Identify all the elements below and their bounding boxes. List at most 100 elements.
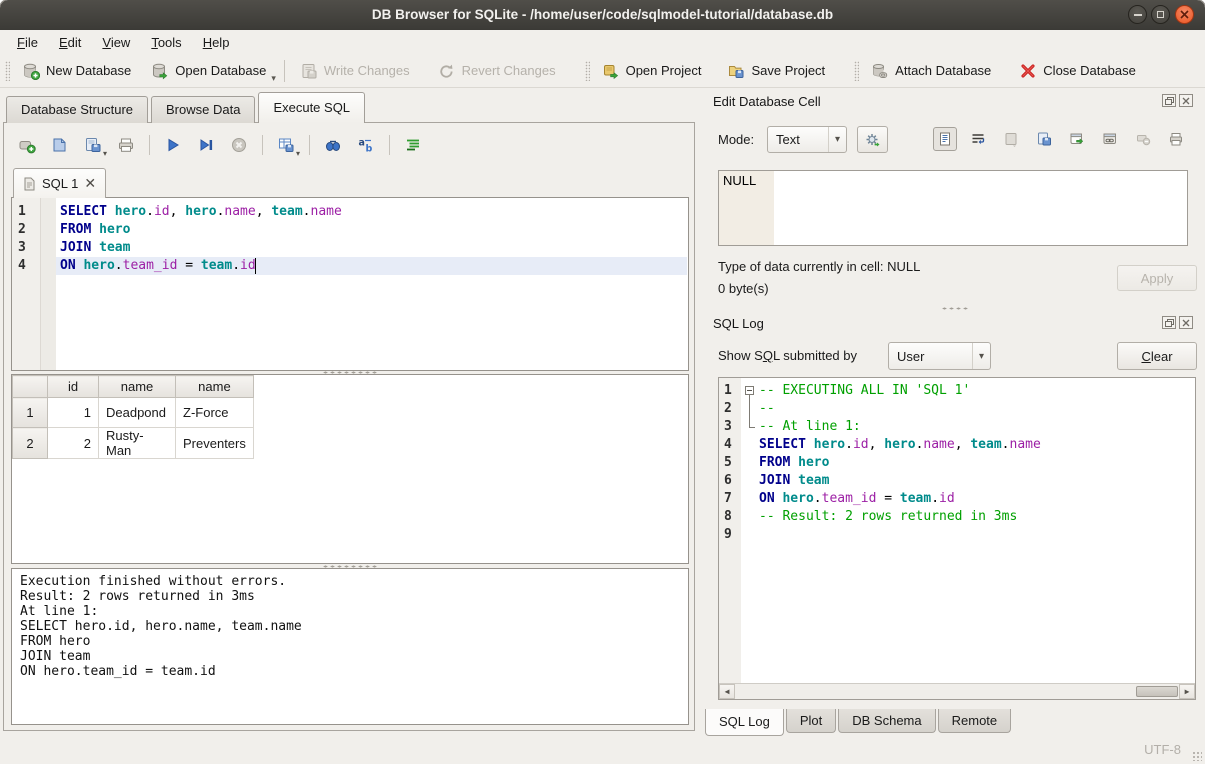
cell-team-name[interactable]: Z-Force [176,398,254,428]
execute-line-button[interactable] [195,134,217,156]
text-mode-button[interactable] [933,127,957,151]
execution-message-area[interactable]: Execution finished without errors. Resul… [11,568,689,725]
dock-splitter-handle[interactable] [941,307,969,310]
tab-sql-log[interactable]: SQL Log [705,709,784,736]
column-header-name2[interactable]: name [176,376,254,398]
resize-grip[interactable] [1192,751,1202,761]
new-database-button[interactable]: New Database [15,57,138,84]
sql-log-view[interactable]: 1 2 3 4 5 6 7 8 9 -- EXECUTING ALL IN 'S… [718,377,1196,700]
row-header[interactable]: 2 [13,428,48,459]
cell-editor-toolbar [933,127,1188,151]
execute-all-button[interactable] [162,134,184,156]
grid-corner[interactable] [13,376,48,398]
cell-hero-name[interactable]: Rusty-Man [99,428,176,459]
encoding-indicator[interactable]: UTF-8 [1144,742,1181,757]
code-line: JOIN team [60,239,686,257]
scroll-right-arrow[interactable]: ▶ [1179,684,1195,699]
close-database-button[interactable]: Close Database [1012,57,1143,84]
fold-marker-icon[interactable] [745,386,754,395]
dock-close-button[interactable] [1179,316,1193,329]
revert-changes-icon [438,62,456,80]
open-in-external-button[interactable] [1065,127,1089,151]
open-database-button[interactable]: Open Database [144,57,273,84]
copy-link-button[interactable] [1098,127,1122,151]
set-null-button[interactable] [1131,127,1155,151]
dock-float-button[interactable] [1162,316,1176,329]
new-sql-tab-button[interactable] [16,134,38,156]
print-sql-button[interactable] [115,134,137,156]
format-sql-button[interactable] [402,134,424,156]
save-project-button[interactable]: Save Project [720,57,832,84]
word-wrap-button[interactable] [966,127,990,151]
maximize-button[interactable] [1151,5,1170,24]
menu-view[interactable]: View [92,32,140,53]
menu-help[interactable]: Help [193,32,240,53]
find-button[interactable] [322,134,344,156]
sql-file-icon [23,177,36,191]
revert-changes-button[interactable]: Revert Changes [431,57,563,84]
toolbar-grip[interactable] [854,61,859,81]
titlebar[interactable]: DB Browser for SQLite - /home/user/code/… [0,0,1205,30]
close-button[interactable] [1175,5,1194,24]
toolbar-grip[interactable] [585,61,590,81]
open-database-dropdown-arrow[interactable]: ▾ [271,73,276,87]
minimize-button[interactable] [1128,5,1147,24]
sql-code-editor[interactable]: 1 2 3 4 SELECT hero.id, hero.name, team.… [11,197,689,371]
horizontal-scrollbar[interactable]: ◀ ▶ [719,683,1195,699]
svg-text:b: b [366,144,373,155]
save-results-dropdown-arrow[interactable]: ▾ [296,149,300,158]
scrollbar-thumb[interactable] [1136,686,1178,697]
sql-tab-close-icon[interactable]: ✕ [84,175,96,192]
link-icon [1102,131,1118,147]
cell-type-info: Type of data currently in cell: NULL [718,259,920,274]
tab-plot[interactable]: Plot [786,709,836,733]
mode-label: Mode: [718,126,754,153]
save-sql-file-button[interactable]: ▾ [82,134,104,156]
dock-float-button[interactable] [1162,94,1176,107]
column-header-name[interactable]: name [99,376,176,398]
print-cell-button[interactable] [1164,127,1188,151]
cell-mode-value: Text [776,132,822,147]
export-cell-data-button[interactable] [1032,127,1056,151]
save-results-button[interactable]: ▾ [275,134,297,156]
write-changes-label: Write Changes [324,63,410,78]
menu-file[interactable]: File [7,32,48,53]
tab-browse-data[interactable]: Browse Data [151,96,255,123]
tab-remote[interactable]: Remote [938,709,1012,733]
menu-tools[interactable]: Tools [141,32,191,53]
sql-document-tab[interactable]: SQL 1 ✕ [13,168,106,198]
write-changes-button[interactable]: Write Changes [293,57,417,84]
open-sql-file-button[interactable] [49,134,71,156]
cell-id[interactable]: 1 [48,398,99,428]
cell-value-editor[interactable]: NULL [718,170,1188,246]
scroll-left-arrow[interactable]: ◀ [719,684,735,699]
row-header[interactable]: 1 [13,398,48,428]
cell-hero-name[interactable]: Deadpond [99,398,176,428]
open-project-button[interactable]: Open Project [595,57,709,84]
toolbar-grip[interactable] [5,61,10,81]
results-grid[interactable]: id name name 1 1 Deadpond Z-Force 2 2 Ru… [11,374,689,564]
sql-log-filter-select[interactable]: User ▾ [888,342,991,370]
minimize-icon [1134,14,1142,16]
log-code-lines: -- EXECUTING ALL IN 'SQL 1' -- -- At lin… [759,382,1193,544]
tab-db-schema[interactable]: DB Schema [838,709,935,733]
cell-mode-select[interactable]: Text ▾ [767,126,847,153]
dock-close-button[interactable] [1179,94,1193,107]
tab-execute-sql[interactable]: Execute SQL [258,92,365,123]
cell-team-name[interactable]: Preventers [176,428,254,459]
menu-edit[interactable]: Edit [49,32,91,53]
attach-database-icon [871,62,889,80]
tab-database-structure[interactable]: Database Structure [6,96,148,123]
column-header-id[interactable]: id [48,376,99,398]
auto-switch-mode-button[interactable] [857,126,888,153]
auto-complete-button[interactable]: a b [355,134,377,156]
attach-database-button[interactable]: Attach Database [864,57,998,84]
stop-execution-button[interactable] [228,134,250,156]
new-database-icon [22,62,40,80]
cell-id[interactable]: 2 [48,428,99,459]
clear-log-button[interactable]: Clear [1117,342,1197,370]
save-sql-dropdown-arrow[interactable]: ▾ [103,149,107,158]
apply-button[interactable]: Apply [1117,265,1197,291]
import-cell-data-button[interactable] [999,127,1023,151]
format-sql-icon [404,136,422,154]
